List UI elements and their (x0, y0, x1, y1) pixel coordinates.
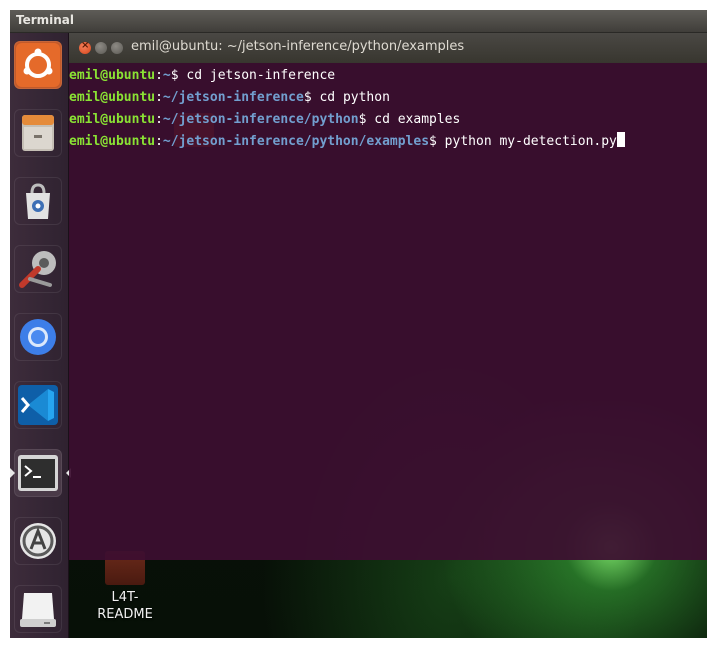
command-text: $ cd python (303, 90, 390, 105)
text-cursor (616, 132, 625, 147)
active-app-title: Terminal (16, 13, 75, 27)
vscode-icon (18, 385, 58, 425)
prompt-path: ~/jetson-inference/python/examples (162, 134, 430, 149)
launcher-item-software-center[interactable] (14, 177, 62, 225)
maximize-button[interactable] (111, 42, 123, 54)
window-title: emil@ubuntu: ~/jetson-inference/python/e… (131, 39, 465, 54)
launcher-item-dash[interactable] (14, 41, 62, 89)
prompt-path: ~/jetson-inference/python (162, 112, 359, 127)
prompt-separator: : (155, 68, 163, 83)
launcher-item-terminal[interactable] (10, 449, 71, 497)
launcher-item-drive[interactable] (14, 585, 62, 633)
removable-drive-icon (20, 593, 56, 627)
launcher-item-files[interactable] (14, 109, 62, 157)
terminal-output[interactable]: emil@ubuntu:~$ cd jetson-inference emil@… (69, 65, 707, 560)
desktop-icon-label[interactable]: L4T- README (93, 589, 157, 623)
terminal-icon (18, 455, 58, 491)
top-panel: Terminal (10, 10, 707, 33)
prompt-separator: : (155, 134, 163, 149)
terminal-line: emil@ubuntu:~$ cd jetson-inference (69, 65, 707, 87)
launcher-item-vscode[interactable] (14, 381, 62, 429)
files-icon (22, 115, 54, 151)
terminal-window[interactable]: × emil@ubuntu: ~/jetson-inference/python… (69, 33, 707, 560)
chromium-icon (20, 319, 56, 355)
prompt-separator: : (155, 90, 163, 105)
prompt-user: emil@ubuntu (69, 134, 156, 149)
close-button[interactable]: × (79, 40, 91, 54)
prompt-user: emil@ubuntu (69, 112, 156, 127)
terminal-line: emil@ubuntu:~/jetson-inference/python/ex… (69, 131, 707, 153)
minimize-button[interactable] (95, 42, 107, 54)
prompt-user: emil@ubuntu (69, 68, 156, 83)
terminal-line: emil@ubuntu:~/jetson-inference$ cd pytho… (69, 87, 707, 109)
ubuntu-dash-icon (16, 43, 60, 87)
command-text: $ python my-detection.py (429, 134, 617, 149)
command-text: $ cd jetson-inference (170, 68, 336, 83)
launcher-item-chromium[interactable] (14, 313, 62, 361)
screen: Terminal L4T- README × emil@ubuntu: ~/je… (10, 10, 707, 638)
prompt-path: ~ (162, 68, 171, 83)
software-updater-icon (20, 523, 56, 559)
terminal-line: emil@ubuntu:~/jetson-inference/python$ c… (69, 109, 707, 131)
launcher-item-updater[interactable] (14, 517, 62, 565)
prompt-user: emil@ubuntu (69, 90, 156, 105)
launcher-item-settings[interactable] (14, 245, 62, 293)
command-text: $ cd examples (358, 112, 461, 127)
launcher (10, 33, 71, 638)
close-icon: × (81, 40, 90, 51)
window-titlebar[interactable]: × emil@ubuntu: ~/jetson-inference/python… (69, 33, 707, 63)
software-center-icon (26, 183, 50, 219)
active-indicator-left (10, 468, 15, 478)
desktop-icon-label-text: L4T- README (97, 590, 153, 622)
prompt-path: ~/jetson-inference (162, 90, 304, 105)
system-settings-icon (19, 251, 56, 288)
prompt-separator: : (155, 112, 163, 127)
